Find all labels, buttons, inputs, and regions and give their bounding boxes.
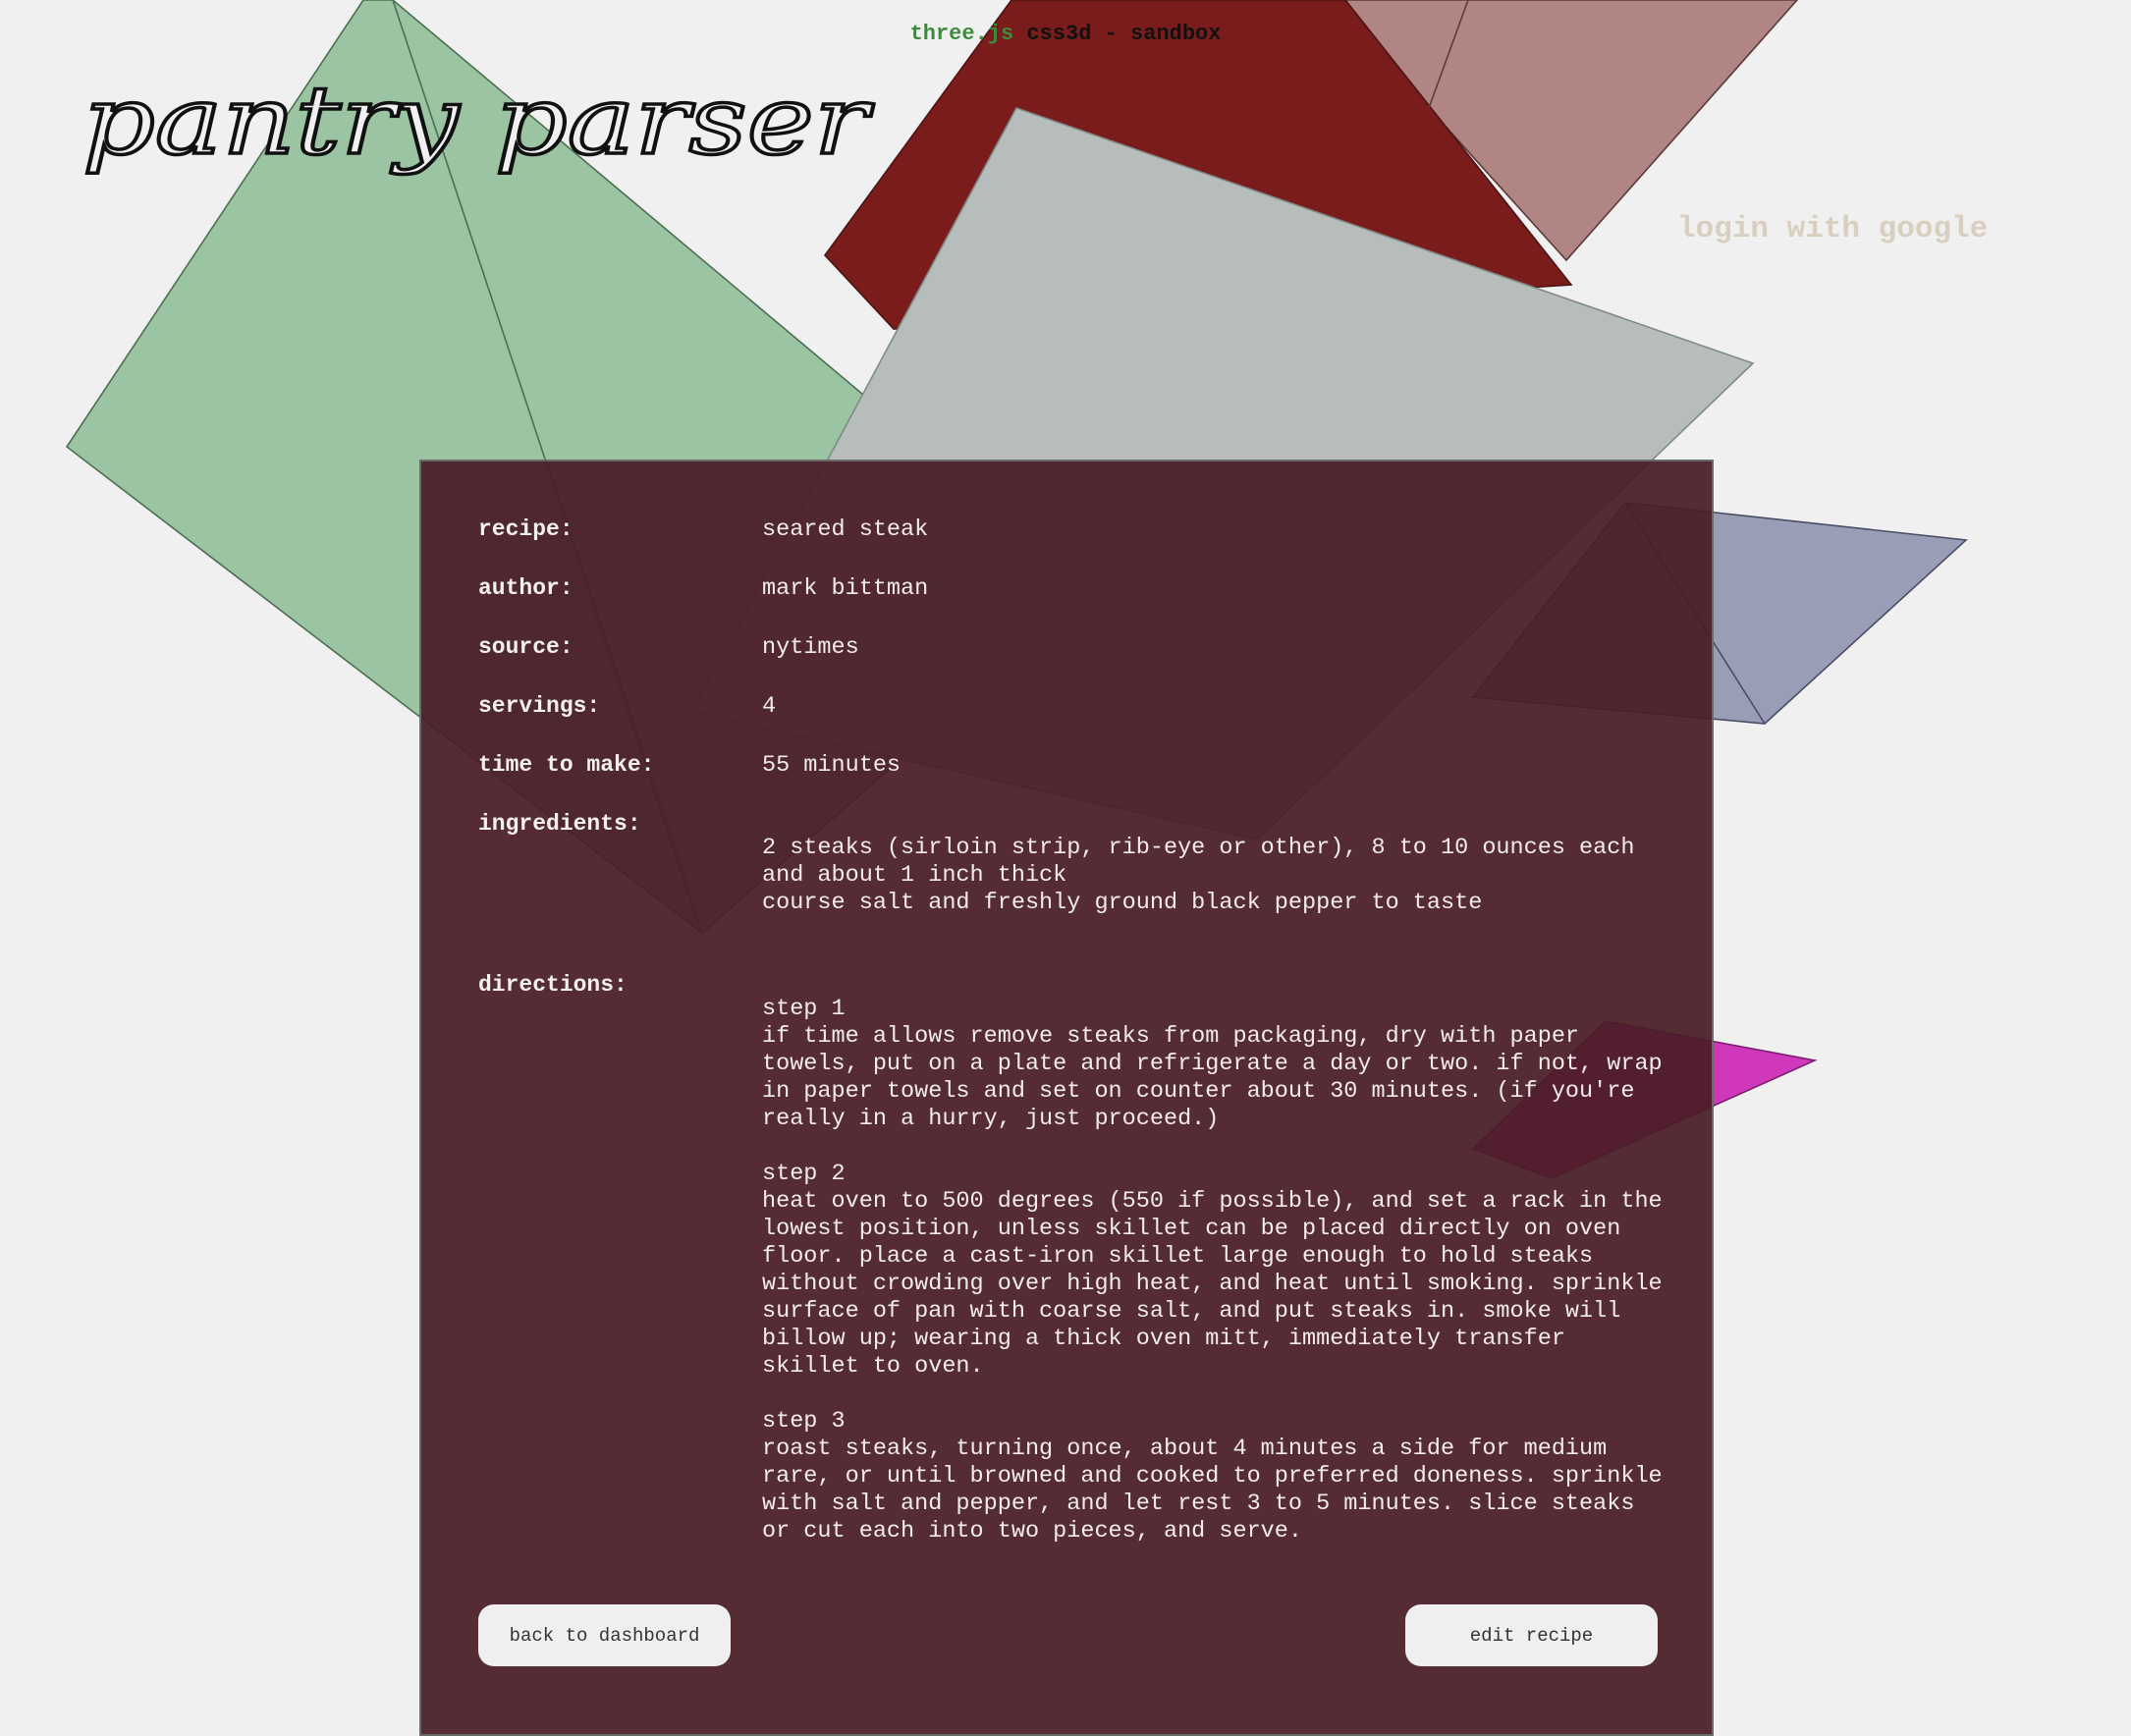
- ingredients-list: 2 steaks (sirloin strip, rib-eye or othe…: [762, 835, 1675, 917]
- servings-value: 4: [762, 693, 777, 720]
- servings-label: servings:: [478, 693, 601, 719]
- step-title: step 3: [762, 1408, 846, 1435]
- ingredient-item: 2 steaks (sirloin strip, rib-eye or othe…: [762, 835, 1635, 889]
- step-text: heat oven to 500 degrees (550 if possibl…: [762, 1188, 1663, 1380]
- edit-recipe-button[interactable]: edit recipe: [1405, 1604, 1658, 1666]
- logo-text: pantry parser: [82, 66, 874, 176]
- login-with-google-link[interactable]: login with google: [1677, 212, 1988, 246]
- ingredient-item: course salt and freshly ground black pep…: [762, 890, 1483, 916]
- library-name: three.js: [909, 22, 1014, 46]
- recipe-label: recipe:: [478, 516, 574, 542]
- source-value: nytimes: [762, 634, 859, 661]
- recipe-value: seared steak: [762, 516, 929, 543]
- step-title: step 1: [762, 996, 846, 1022]
- time-label: time to make:: [478, 752, 655, 778]
- pantry-parser-logo: pantry parser: [82, 64, 876, 178]
- author-value: mark bittman: [762, 575, 929, 602]
- demo-header: three.js css3d - sandbox: [0, 22, 2131, 46]
- back-to-dashboard-button[interactable]: back to dashboard: [478, 1604, 731, 1666]
- author-label: author:: [478, 575, 574, 601]
- recipe-panel: recipe: seared steak author: mark bittma…: [419, 460, 1714, 1736]
- demo-title: css3d - sandbox: [1026, 22, 1222, 46]
- directions-label: directions:: [478, 972, 628, 998]
- step-text: roast steaks, turning once, about 4 minu…: [762, 1436, 1663, 1545]
- step-text: if time allows remove steaks from packag…: [762, 1023, 1663, 1132]
- time-value: 55 minutes: [762, 752, 902, 779]
- source-label: source:: [478, 634, 574, 660]
- directions-list: step 1 if time allows remove steaks from…: [762, 996, 1675, 1573]
- step-title: step 2: [762, 1161, 846, 1187]
- ingredients-label: ingredients:: [478, 811, 641, 837]
